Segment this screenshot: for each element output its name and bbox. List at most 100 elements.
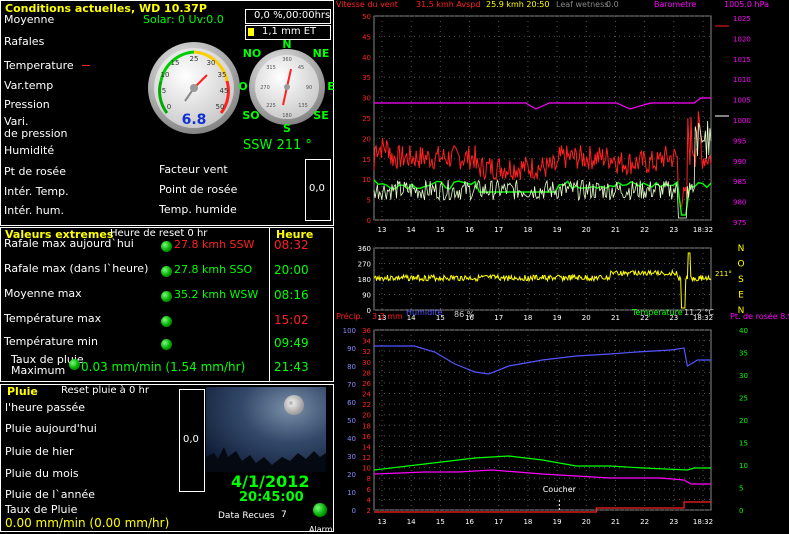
rain-label-today: Pluie aujourd'hui (5, 422, 97, 435)
direction-value: 211° (715, 270, 732, 278)
extreme-value: 0.03 mm/min (1.54 mm/hr) (81, 360, 246, 374)
right-tick: 15 (739, 440, 748, 448)
humidity-tick: 90 (347, 345, 356, 353)
left-tick: 45 (362, 33, 371, 41)
extreme-time: 21:43 (274, 360, 309, 374)
label-moyenne: Moyenne (4, 13, 55, 26)
right-tick: 1020 (733, 35, 751, 43)
compass-s: S (283, 122, 291, 135)
left-tick: 180 (358, 276, 371, 284)
extreme-indicator (161, 241, 172, 252)
bot-header-temp-val: 11.2 °C (684, 308, 714, 317)
compass-e: E (327, 80, 335, 93)
bot-header-hum-val: 86 % (454, 310, 475, 319)
bot-header-precip: Précip. (336, 312, 363, 321)
wind-speed-value: 6.8 (182, 112, 207, 128)
left-tick: 25 (362, 115, 371, 123)
svg-text:225: 225 (266, 103, 276, 109)
x-tick: 21 (611, 518, 620, 526)
svg-text:50: 50 (216, 103, 225, 111)
direction-letter: O (737, 260, 744, 270)
right-tick: 35 (739, 350, 748, 358)
x-tick: 23 (669, 226, 678, 234)
label-inter-temp: Intér. Temp. (4, 185, 69, 198)
compass-se: SE (313, 109, 328, 122)
plot-frame (373, 329, 712, 511)
svg-text:45: 45 (220, 87, 229, 95)
humidity-tick: 40 (347, 435, 356, 443)
sunset-label: Coucher (543, 485, 577, 494)
left-tick: 26 (362, 380, 371, 388)
x-tick: 13 (378, 518, 387, 526)
rain-label-year: Pluie de l`année (5, 488, 96, 501)
svg-text:15: 15 (171, 59, 180, 67)
label-vari-pression: Vari. de pression (4, 115, 68, 140)
x-tick: 15 (436, 518, 445, 526)
label-temperature: Temperature (4, 59, 74, 72)
x-tick: 18 (523, 226, 532, 234)
wind-direction-chart: 360270180900NOSEN13 14 15 16 17 18 19 20 21 22 23 1… (358, 244, 745, 322)
left-tick: 0 (367, 307, 371, 315)
right-tick: 1015 (733, 56, 751, 64)
svg-text:180: 180 (282, 113, 292, 119)
left-tick: 16 (362, 433, 371, 441)
extreme-time: 15:02 (274, 313, 309, 327)
x-tick: 15 (436, 226, 445, 234)
right-tick: 20 (739, 417, 748, 425)
alarm-indicator[interactable] (313, 503, 327, 517)
svg-text:5: 5 (162, 87, 166, 95)
humidity-tick: 30 (347, 453, 356, 461)
extreme-indicator (161, 339, 172, 350)
x-tick: 20 (582, 314, 591, 322)
x-tick: 20 (582, 518, 591, 526)
extreme-label: Température min (4, 335, 98, 348)
humidity-tick: 20 (347, 471, 356, 479)
rain-label-yesterday: Pluie de hier (5, 445, 74, 458)
compass-no: NO (243, 47, 262, 60)
extreme-indicator (161, 291, 172, 302)
x-tick: 13 (378, 226, 387, 234)
wind-direction-readout: SSW 211 ° (243, 138, 312, 153)
left-tick: 24 (362, 391, 371, 399)
label-temp-humide: Temp. humide (159, 203, 237, 216)
left-tick: 28 (362, 369, 371, 377)
humidity-tick: 0 (352, 507, 356, 515)
chart-area: Vitesse du vent 31.5 kmh Avspd 25.9 kmh … (336, 0, 789, 532)
left-tick: 30 (362, 95, 371, 103)
left-tick: 40 (362, 54, 371, 62)
x-tick: 18:32 (693, 226, 713, 234)
x-tick: 19 (553, 518, 562, 526)
compass-n: N (282, 39, 291, 51)
humidity-tick: 50 (347, 417, 356, 425)
solar-uv-readout: Solar: 0 Uv:0.0 (143, 13, 224, 26)
direction-letter: E (738, 291, 744, 301)
left-tick: 20 (362, 412, 371, 420)
rain-date: 4/1/2012 (231, 472, 310, 491)
svg-text:90: 90 (306, 85, 312, 91)
x-tick: 16 (465, 226, 474, 234)
direction-letter: S (738, 275, 744, 285)
extreme-indicator (69, 359, 80, 370)
left-tick: 90 (362, 292, 371, 300)
x-tick: 22 (640, 518, 649, 526)
left-tick: 18 (362, 422, 371, 430)
bot-header-rain: 3.3 mm (372, 312, 403, 321)
rain-label-hour: l'heure passée (5, 401, 86, 414)
left-tick: 15 (362, 156, 371, 164)
left-tick: 32 (362, 348, 371, 356)
right-tick: 5 (739, 485, 743, 493)
wind-compass: 360 90 180 270 45 135 225 315 N NE E SE S SO O… (239, 39, 335, 135)
x-tick: 21 (611, 226, 620, 234)
rain-title: Pluie (7, 385, 38, 398)
extremes-divider (269, 228, 270, 381)
x-tick: 20 (582, 226, 591, 234)
bot-header-hum: Humidité (406, 308, 443, 317)
extremes-panel: Valeurs extremes Heure de reset 0 hr Heu… (0, 227, 334, 382)
right-tick: 980 (733, 199, 746, 207)
rain-label-month: Pluie du mois (5, 467, 79, 480)
extreme-time: 20:00 (274, 263, 309, 277)
x-tick: 16 (465, 518, 474, 526)
extreme-value: 27.8 kmh SSO (174, 263, 253, 276)
direction-letter: N (738, 244, 745, 254)
svg-text:0: 0 (167, 103, 171, 111)
